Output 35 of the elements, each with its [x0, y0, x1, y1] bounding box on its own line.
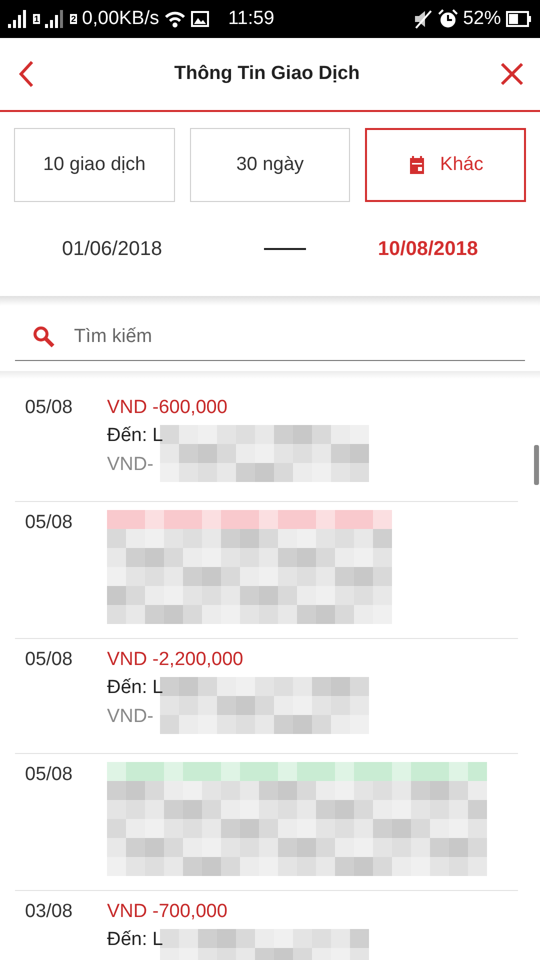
filter-button[interactable]: 30 ngày — [190, 128, 350, 202]
transaction-date: 05/08 — [25, 396, 74, 420]
reference-text: VND- — [107, 706, 154, 728]
alarm-icon — [438, 9, 458, 29]
transaction-amount: VND -700,000 — [107, 900, 228, 924]
signal-icon — [45, 10, 66, 28]
search-field[interactable]: Tìm kiếm — [72, 325, 525, 349]
recipient-text: Đến: L — [107, 424, 163, 446]
battery-percent: 52% — [462, 8, 501, 30]
start-date[interactable]: 01/06/2018 — [62, 238, 162, 260]
filter-button[interactable]: Khác — [365, 128, 526, 202]
sim-label: 2 — [70, 14, 78, 24]
transaction-date: 05/08 — [25, 763, 74, 787]
transaction-date: 03/08 — [25, 900, 74, 924]
image-icon — [191, 11, 210, 27]
transaction-amount: VND -2,200,000 — [107, 648, 244, 672]
transaction-date: 05/08 — [25, 511, 74, 535]
sim-label: 1 — [33, 14, 40, 24]
transaction-amount: VND -600,000 — [107, 396, 228, 420]
battery-icon — [506, 11, 532, 27]
clock-time: 11:59 — [228, 8, 274, 30]
calendar-icon — [408, 155, 426, 175]
mute-icon — [412, 9, 433, 29]
search-icon — [32, 325, 56, 349]
recipient-text: Đến: L — [107, 676, 163, 698]
recipient-text: Đến: L — [107, 928, 163, 950]
scrollbar — [534, 445, 539, 485]
filter-button[interactable]: 10 giao dịch — [14, 128, 175, 202]
signal-icon — [8, 10, 28, 28]
end-date[interactable]: 10/08/2018 — [378, 238, 478, 260]
reference-text: VND- — [107, 454, 154, 476]
transaction-date: 05/08 — [25, 648, 74, 672]
wifi-icon — [164, 10, 186, 28]
page-title: Thông Tin Giao Dịch — [174, 63, 360, 85]
network-speed: 0,00KB/s — [82, 8, 160, 30]
